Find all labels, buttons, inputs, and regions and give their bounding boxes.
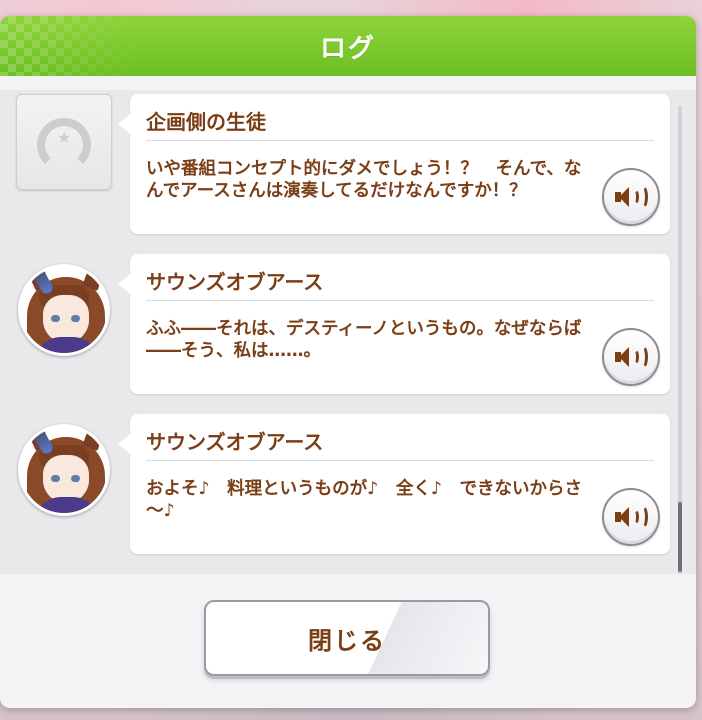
scroll-thumb[interactable] (678, 502, 682, 572)
speaker-icon (614, 505, 648, 529)
play-voice-button[interactable] (602, 488, 660, 546)
speaker-name: 企画側の生徒 (146, 110, 266, 134)
play-voice-button[interactable] (602, 328, 660, 386)
dialogue-bubble: 企画側の生徒 いや番組コンセプト的にダメでしょう！？ そんで、なんでアースさんは… (118, 94, 670, 234)
scrollbar[interactable] (678, 106, 682, 574)
play-voice-button[interactable] (602, 168, 660, 226)
divider (146, 460, 654, 461)
character-avatar (18, 264, 110, 356)
speaker-name: サウンズオブアース (146, 270, 324, 294)
log-entry: 企画側の生徒 いや番組コンセプト的にダメでしょう！？ そんで、なんでアースさんは… (0, 92, 680, 238)
dialog-title: ログ (319, 33, 376, 64)
speaker-icon (614, 345, 648, 369)
log-entry: サウンズオブアース ふふ――それは、デスティーノというもの。なぜならば――そう、… (0, 252, 680, 398)
log-list[interactable]: 企画側の生徒 いや番組コンセプト的にダメでしょう！？ そんで、なんでアースさんは… (0, 90, 696, 574)
dialogue-text: いや番組コンセプト的にダメでしょう！？ そんで、なんでアースさんは演奏してるだけ… (146, 159, 582, 201)
log-entry: サウンズオブアース およそ♪ 料理というものが♪ 全く♪ できないからさ～♪ (0, 412, 680, 558)
character-avatar (18, 424, 110, 516)
dialogue-bubble: サウンズオブアース およそ♪ 料理というものが♪ 全く♪ できないからさ～♪ (118, 414, 670, 554)
divider (146, 300, 654, 301)
dialogue-text: およそ♪ 料理というものが♪ 全く♪ できないからさ～♪ (146, 479, 583, 521)
dialogue-text: ふふ――それは、デスティーノというもの。なぜならば――そう、私は……。 (146, 319, 582, 361)
log-dialog: ログ 企画側の生徒 いや番組コンセプト的にダメでしょう！？ そんで、なんでアース… (0, 16, 696, 708)
close-button[interactable]: 閉じる (204, 600, 490, 676)
speaker-name: サウンズオブアース (146, 430, 324, 454)
placeholder-horseshoe-icon (16, 94, 112, 190)
header-pattern (0, 16, 140, 76)
dialogue-bubble: サウンズオブアース ふふ――それは、デスティーノというもの。なぜならば――そう、… (118, 254, 670, 394)
divider (146, 140, 654, 141)
close-button-label: 閉じる (308, 626, 386, 655)
dialog-header: ログ (0, 16, 696, 76)
speaker-icon (614, 185, 648, 209)
